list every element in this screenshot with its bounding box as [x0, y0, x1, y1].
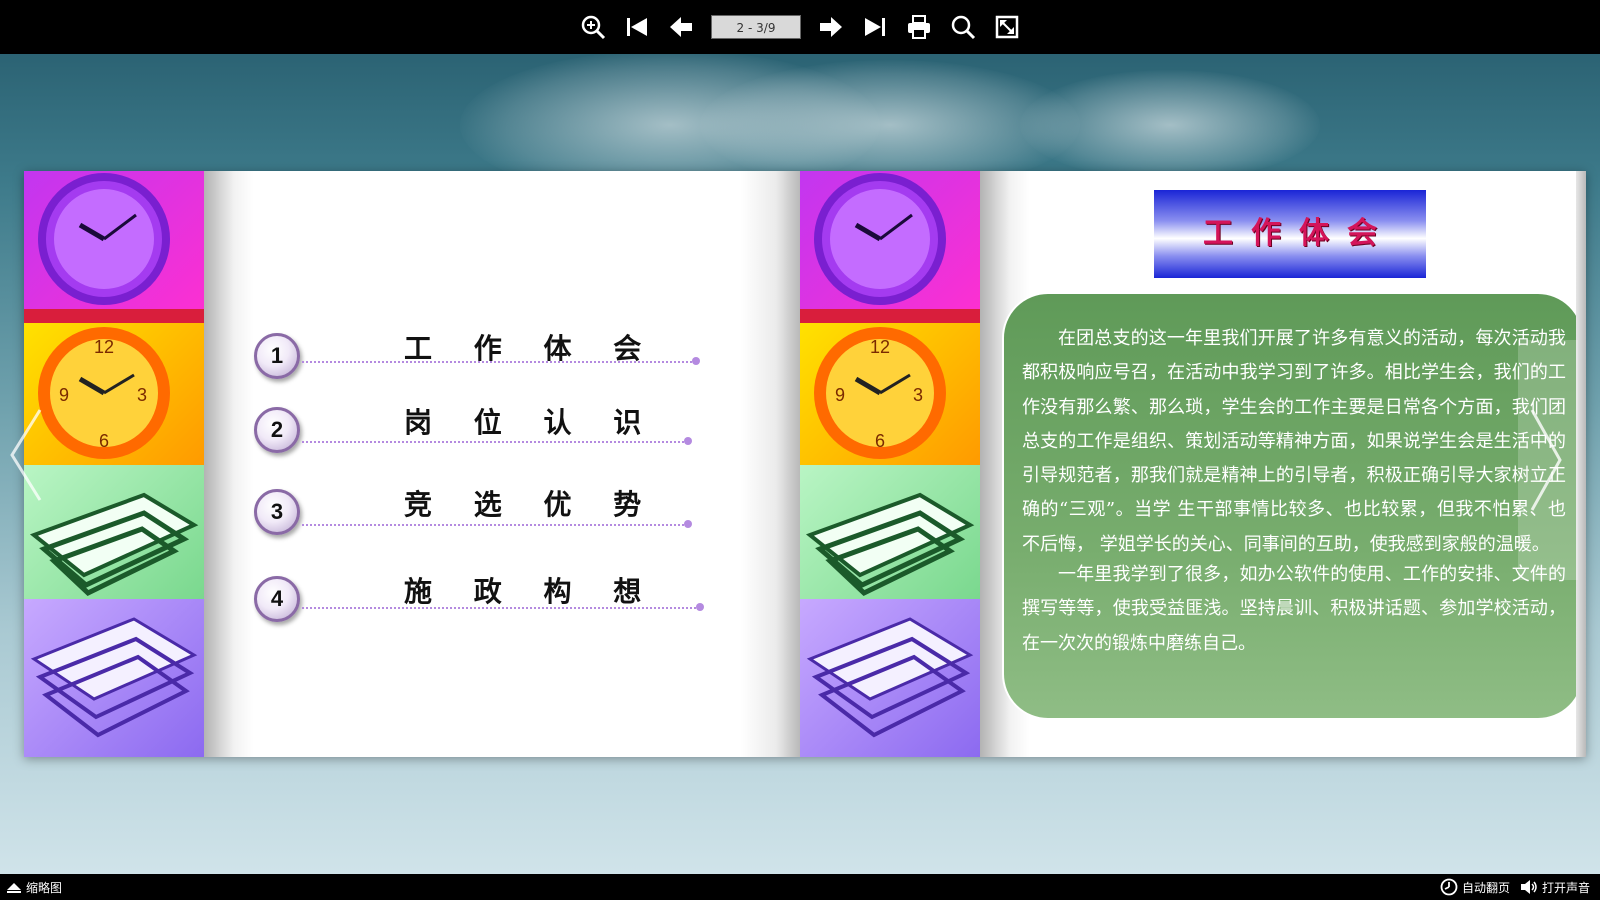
section-title: 工作体会	[1203, 216, 1395, 251]
svg-text:9: 9	[59, 385, 69, 405]
green-books-image	[24, 465, 204, 599]
toc-item[interactable]: 3 竞 选 优 势	[254, 488, 714, 549]
background-cloud	[1020, 70, 1320, 180]
toc-line-end-dot	[684, 437, 692, 445]
content-text-panel: 在团总支的这一年里我们开展了许多有意义的活动，每次活动我都积极响应号召，在活动中…	[1002, 292, 1584, 720]
thumbnail-toggle[interactable]: 缩略图	[6, 879, 62, 896]
eject-up-icon	[7, 882, 21, 893]
zoom-in-icon[interactable]	[576, 10, 610, 44]
clock-image-strip: 12 9 3 6	[24, 171, 204, 757]
svg-text:3: 3	[913, 385, 923, 405]
fullscreen-icon[interactable]	[990, 10, 1024, 44]
auto-flip-button[interactable]: 自动翻页	[1440, 878, 1510, 896]
svg-text:6: 6	[875, 431, 885, 451]
last-page-icon[interactable]	[858, 10, 892, 44]
content-paragraph: 一年里我学到了很多，如办公软件的使用、工作的安排、文件的撰写等等，使我受益匪浅。…	[1022, 564, 1566, 654]
clock-icon	[1440, 878, 1458, 896]
top-toolbar: 2 - 3/9	[0, 0, 1600, 54]
violet-books-image	[800, 599, 980, 757]
flipbook: 12 9 3 6 1 工 作 体 会 2 岗 位 认 识 3 竞 选 优 势 4…	[24, 171, 1586, 757]
toc-dotted-line	[302, 607, 700, 609]
toc-item[interactable]: 1 工 作 体 会	[254, 332, 714, 393]
toc-number-badge: 1	[254, 333, 300, 379]
svg-text:9: 9	[835, 385, 845, 405]
right-page[interactable]: 12 9 3 6 工作体会 在团总支的这一年里我们开展了许多有意义的活动，每次活…	[800, 171, 1586, 757]
toc-dotted-line	[302, 361, 696, 363]
toc-number-badge: 4	[254, 576, 300, 622]
orange-clock-image: 12 9 3 6	[800, 323, 980, 465]
toc-label: 施 政 构 想	[404, 575, 658, 608]
toc-dotted-line	[302, 524, 688, 526]
orange-clock-image: 12 9 3 6	[24, 323, 204, 465]
prev-page-arrow-icon[interactable]	[6, 405, 46, 505]
svg-text:6: 6	[99, 431, 109, 451]
toc-item[interactable]: 4 施 政 构 想	[254, 575, 714, 636]
toc-line-end-dot	[692, 357, 700, 365]
svg-text:12: 12	[94, 337, 114, 357]
sound-label: 打开声音	[1541, 880, 1590, 895]
speaker-icon	[1520, 880, 1537, 894]
first-page-icon[interactable]	[620, 10, 654, 44]
toc-dotted-line	[302, 441, 688, 443]
thumbnail-label: 缩略图	[26, 881, 63, 895]
section-title-banner: 工作体会	[1154, 190, 1426, 278]
prev-page-icon[interactable]	[664, 10, 698, 44]
left-page[interactable]: 12 9 3 6 1 工 作 体 会 2 岗 位 认 识 3 竞 选 优 势 4…	[24, 171, 800, 757]
toc-item[interactable]: 2 岗 位 认 识	[254, 406, 714, 467]
auto-flip-label: 自动翻页	[1461, 880, 1510, 895]
purple-clock-image	[24, 171, 204, 323]
purple-clock-image	[800, 171, 980, 323]
toc-number-badge: 3	[254, 489, 300, 535]
toc-line-end-dot	[696, 603, 704, 611]
green-books-image	[800, 465, 980, 599]
next-page-arrow-icon[interactable]	[1518, 340, 1578, 580]
toc-label: 竞 选 优 势	[404, 488, 658, 521]
toc-number-badge: 2	[254, 407, 300, 453]
page-indicator[interactable]: 2 - 3/9	[711, 15, 801, 39]
next-page-icon[interactable]	[814, 10, 848, 44]
svg-text:3: 3	[137, 385, 147, 405]
sound-toggle-button[interactable]: 打开声音	[1520, 879, 1590, 896]
toc-label: 岗 位 认 识	[404, 406, 658, 439]
search-icon[interactable]	[946, 10, 980, 44]
clock-image-strip: 12 9 3 6	[800, 171, 980, 757]
content-paragraph: 在团总支的这一年里我们开展了许多有意义的活动，每次活动我都积极响应号召，在活动中…	[1022, 328, 1566, 555]
bottom-bar: 缩略图 自动翻页 打开声音	[0, 874, 1600, 900]
toc-line-end-dot	[684, 520, 692, 528]
svg-text:12: 12	[870, 337, 890, 357]
violet-books-image	[24, 599, 204, 757]
print-icon[interactable]	[902, 10, 936, 44]
